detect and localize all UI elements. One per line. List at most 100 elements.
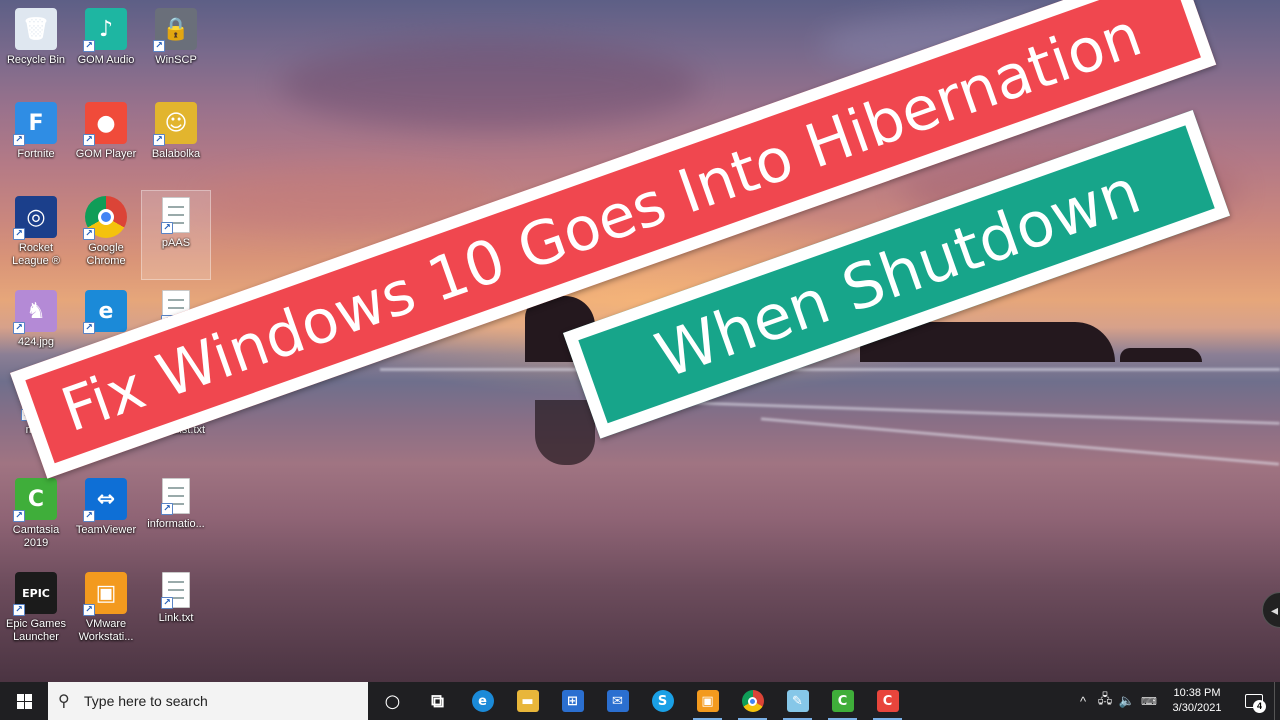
start-button[interactable] bbox=[0, 682, 48, 720]
epic-games-icon: EPIC ↗ bbox=[13, 572, 57, 616]
shortcut-arrow-icon: ↗ bbox=[13, 134, 25, 146]
shortcut-arrow-icon: ↗ bbox=[13, 510, 25, 522]
taskbar-edge-button[interactable]: e bbox=[460, 682, 505, 720]
shortcut-arrow-icon: ↗ bbox=[13, 322, 25, 334]
desktop-icon-label: GOM Audio bbox=[77, 54, 135, 66]
taskbar: ⚲ Type here to search ○ ⧉ e ▬ ⊞ ✉ S ▣ ✎ C C ^ 🖧 🔈 … bbox=[0, 682, 1280, 720]
text-file-icon: ↗ bbox=[161, 197, 190, 234]
taskbar-camtasia-button[interactable]: C bbox=[820, 682, 865, 720]
taskbar-chrome-button[interactable] bbox=[730, 682, 775, 720]
desktop-icon-label: Recycle Bin bbox=[6, 54, 66, 66]
text-file-icon: ↗ bbox=[161, 572, 190, 609]
desktop-icon[interactable]: 🔒 ↗ WinSCP bbox=[141, 2, 211, 92]
gom-audio-icon: ♪ ↗ bbox=[83, 8, 127, 52]
taskbar-camtasia-recorder-button[interactable]: C bbox=[865, 682, 910, 720]
desktop-icon-label: pAAS bbox=[161, 237, 191, 249]
desktop-icon-label: Rocket League ® bbox=[12, 242, 60, 267]
vmware-icon: ▣ ↗ bbox=[83, 572, 127, 616]
desktop-icon[interactable]: 🗑 Recycle Bin bbox=[1, 2, 71, 92]
shortcut-arrow-icon: ↗ bbox=[83, 604, 95, 616]
taskbar-vmware-button[interactable]: ▣ bbox=[685, 682, 730, 720]
fortnite-icon: F ↗ bbox=[13, 102, 57, 146]
desktop-icon-label: GOM Player bbox=[75, 148, 137, 160]
system-tray: ^ 🖧 🔈 ⌨ 10:38 PM 3/30/2021 4 bbox=[1072, 682, 1280, 720]
winscp-icon: 🔒 ↗ bbox=[153, 8, 197, 52]
shortcut-arrow-icon: ↗ bbox=[161, 597, 173, 609]
desktop-icon[interactable]: ⇔ ↗ TeamViewer bbox=[71, 472, 141, 562]
taskbar-mail-button[interactable]: ✉ bbox=[595, 682, 640, 720]
taskbar-skype-button[interactable]: S bbox=[640, 682, 685, 720]
skype-icon: S bbox=[651, 690, 674, 712]
desktop-icon-label: VMware Workstati... bbox=[78, 618, 134, 643]
text-file-icon: ↗ bbox=[161, 478, 190, 515]
shortcut-arrow-icon: ↗ bbox=[153, 134, 165, 146]
desktop-icon-label: TeamViewer bbox=[75, 524, 137, 536]
mail-icon: ✉ bbox=[606, 690, 629, 712]
edge-icon: e ↗ bbox=[83, 290, 127, 334]
desktop-icon[interactable]: ↗ Google Chrome bbox=[71, 190, 141, 280]
shortcut-arrow-icon: ↗ bbox=[83, 228, 95, 240]
show-desktop-button[interactable] bbox=[1274, 682, 1280, 720]
shortcut-arrow-icon: ↗ bbox=[13, 604, 25, 616]
search-icon: ⚲ bbox=[58, 693, 70, 710]
teamviewer-icon: ⇔ ↗ bbox=[83, 478, 127, 522]
shortcut-arrow-icon: ↗ bbox=[161, 222, 173, 234]
desktop-icon-label: Balabolka bbox=[151, 148, 201, 160]
desktop-icon-label: Epic Games Launcher bbox=[6, 618, 66, 643]
task-view-icon: ⧉ bbox=[431, 690, 444, 712]
desktop-icon[interactable]: C ↗ Camtasia 2019 bbox=[1, 472, 71, 562]
shortcut-arrow-icon: ↗ bbox=[83, 134, 95, 146]
desktop-icon[interactable]: ↗ Link.txt bbox=[141, 566, 211, 656]
wave-line bbox=[380, 368, 1280, 371]
recycle-bin-icon: 🗑 bbox=[15, 8, 57, 50]
network-icon[interactable]: 🖧 bbox=[1094, 690, 1116, 712]
taskbar-store-button[interactable]: ⊞ bbox=[550, 682, 595, 720]
rock-formation bbox=[1120, 348, 1202, 362]
desktop-icon[interactable]: ◎ ↗ Rocket League ® bbox=[1, 190, 71, 280]
desktop-icon[interactable]: ● ↗ GOM Player bbox=[71, 96, 141, 186]
taskbar-cortana-button[interactable]: ○ bbox=[370, 682, 415, 720]
google-chrome-icon: ↗ bbox=[83, 196, 127, 240]
desktop-icon-label: informatio... bbox=[147, 518, 205, 530]
shortcut-arrow-icon: ↗ bbox=[153, 40, 165, 52]
balabolka-icon: ☺ ↗ bbox=[153, 102, 197, 146]
camtasia-icon: C bbox=[831, 690, 854, 712]
desktop-icon-label: Link.txt bbox=[158, 612, 194, 624]
desktop-icon-label: Camtasia 2019 bbox=[12, 524, 60, 549]
wave-line bbox=[760, 417, 1280, 466]
desktop-icon[interactable]: ▣ ↗ VMware Workstati... bbox=[71, 566, 141, 656]
taskbar-file-explorer-button[interactable]: ▬ bbox=[505, 682, 550, 720]
taskbar-search-box[interactable]: ⚲ Type here to search bbox=[48, 682, 368, 720]
clock-time: 10:38 PM bbox=[1173, 687, 1221, 699]
desktop-icon-label: Google Chrome bbox=[86, 242, 126, 267]
vmware-icon: ▣ bbox=[696, 690, 719, 712]
folder-icon: ▬ bbox=[516, 690, 539, 712]
chevron-up-icon[interactable]: ^ bbox=[1072, 694, 1094, 709]
wallpaper-cloud bbox=[280, 40, 700, 130]
action-center-button[interactable]: 4 bbox=[1234, 682, 1274, 720]
keyboard-icon[interactable]: ⌨ bbox=[1138, 695, 1160, 708]
desktop-icon-label: Fortnite bbox=[17, 148, 55, 160]
desktop-icon[interactable]: ☺ ↗ Balabolka bbox=[141, 96, 211, 186]
desktop-icon[interactable]: F ↗ Fortnite bbox=[1, 96, 71, 186]
desktop-icon[interactable]: ♪ ↗ GOM Audio bbox=[71, 2, 141, 92]
taskbar-task-view-button[interactable]: ⧉ bbox=[415, 682, 460, 720]
chrome-icon bbox=[741, 690, 764, 712]
gom-player-icon: ● ↗ bbox=[83, 102, 127, 146]
image-file-icon: ♞ ↗ bbox=[13, 290, 57, 334]
clock-date: 3/30/2021 bbox=[1172, 702, 1222, 714]
camtasia-recorder-icon: C bbox=[876, 690, 899, 712]
store-icon: ⊞ bbox=[561, 690, 584, 712]
taskbar-app-list: ○ ⧉ e ▬ ⊞ ✉ S ▣ ✎ C C bbox=[370, 682, 910, 720]
volume-icon[interactable]: 🔈 bbox=[1116, 693, 1138, 709]
desktop-icon[interactable]: ↗ pAAS bbox=[141, 190, 211, 280]
camtasia-icon: C ↗ bbox=[13, 478, 57, 522]
search-placeholder: Type here to search bbox=[84, 693, 208, 709]
desktop-icon[interactable]: EPIC ↗ Epic Games Launcher bbox=[1, 566, 71, 656]
shortcut-arrow-icon: ↗ bbox=[83, 322, 95, 334]
taskbar-clock[interactable]: 10:38 PM 3/30/2021 bbox=[1160, 686, 1234, 716]
desktop-icon[interactable]: ↗ informatio... bbox=[141, 472, 211, 562]
taskbar-notepad-button[interactable]: ✎ bbox=[775, 682, 820, 720]
cortana-icon: ○ bbox=[384, 690, 401, 712]
desktop-icon-label: 424.jpg bbox=[17, 336, 55, 348]
